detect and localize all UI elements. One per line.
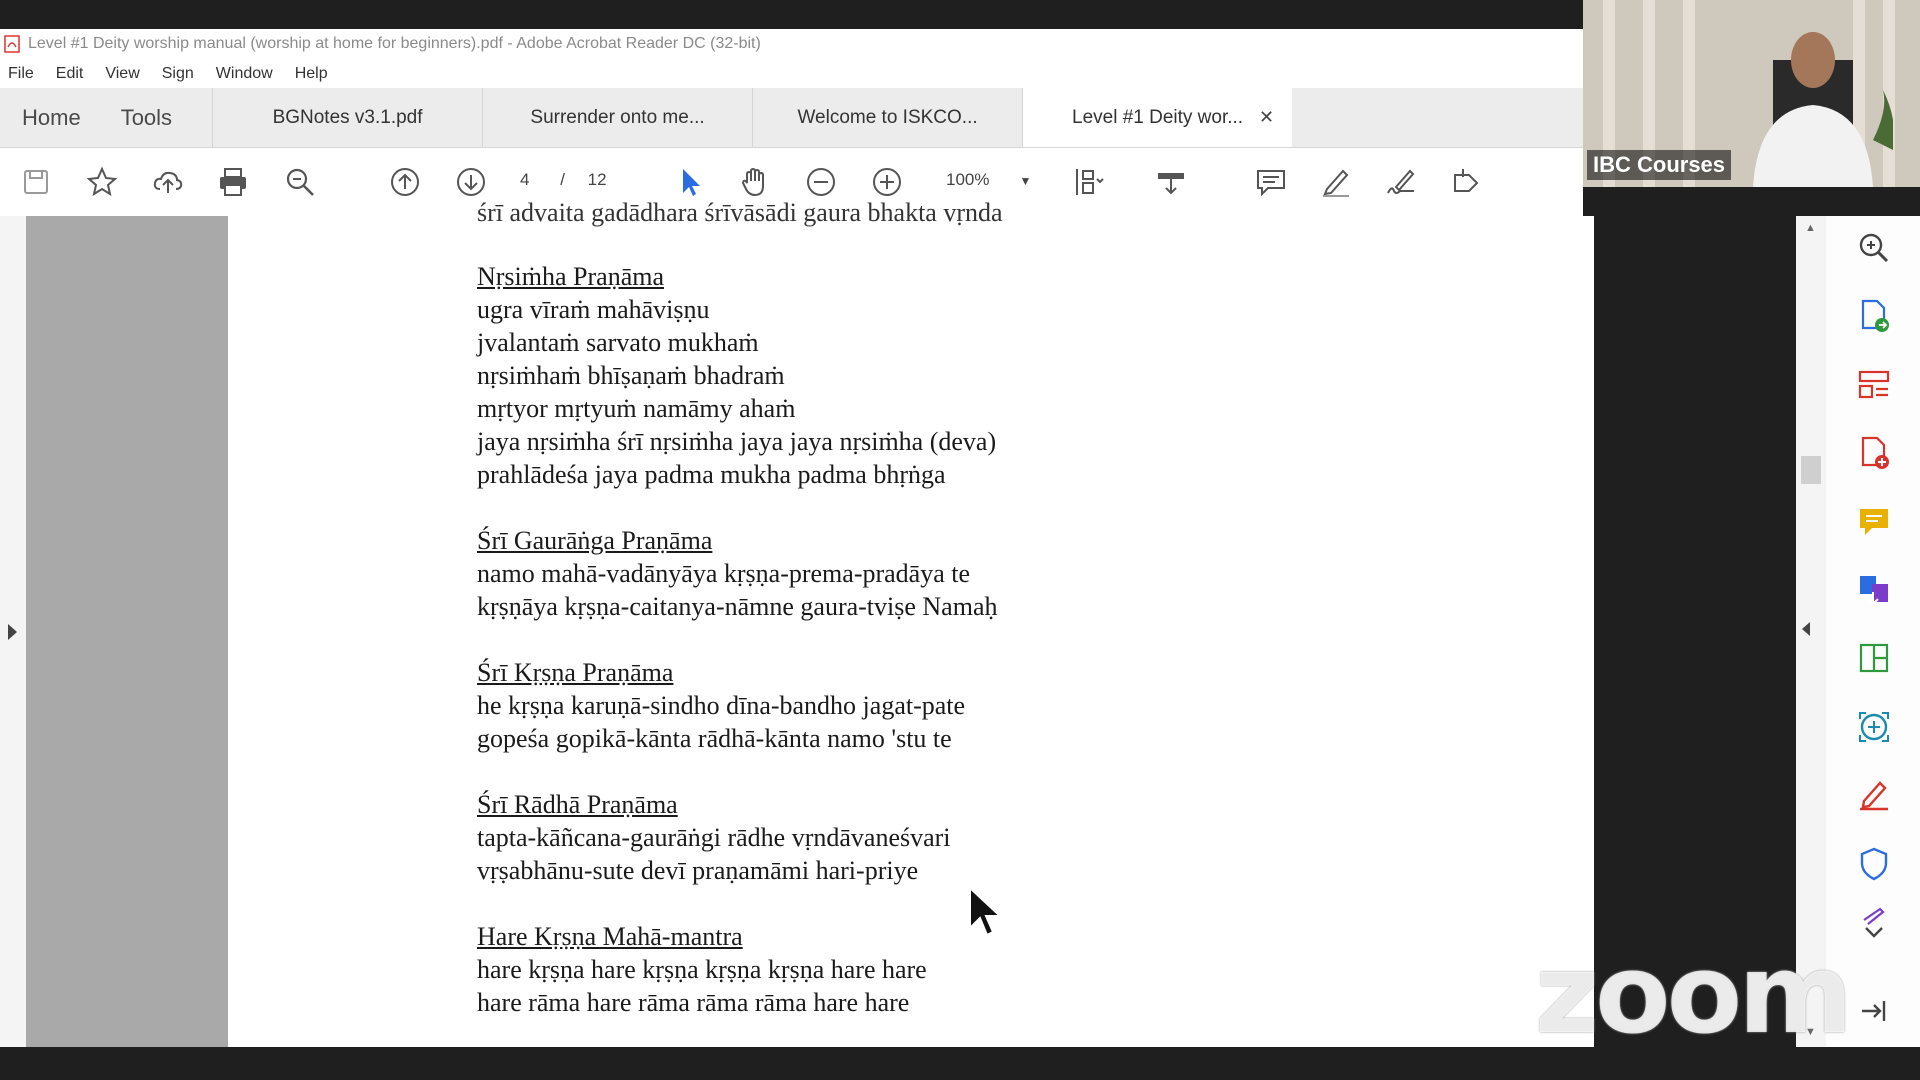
zoom-out-magnifier-icon[interactable] — [282, 164, 318, 200]
section-krsna: Śrī Kṛṣṇa Praṇāma he kṛṣṇa karuṇā-sindho… — [477, 656, 965, 755]
combine-files-icon[interactable] — [1856, 572, 1892, 608]
protect-icon[interactable] — [1856, 846, 1892, 882]
scroll-up-arrow-icon[interactable]: ▲ — [1805, 222, 1816, 234]
tab-row: Home Tools BGNotes v3.1.pdf Surrender on… — [0, 88, 1583, 148]
print-icon[interactable] — [215, 164, 251, 200]
organize-pages-icon[interactable] — [1856, 367, 1892, 403]
fill-sign-icon[interactable] — [1856, 777, 1892, 813]
pdf-page: śrī advaita gadādhara śrīvāsādi gaura bh… — [228, 198, 1594, 1049]
total-pages: 12 — [587, 170, 607, 189]
doc-tab-bgnotes[interactable]: BGNotes v3.1.pdf — [212, 88, 482, 147]
doc-tab-level1[interactable]: Level #1 Deity wor... ✕ — [1022, 88, 1293, 147]
page-down-icon[interactable] — [453, 164, 489, 200]
page-up-icon[interactable] — [387, 164, 423, 200]
export-pdf-icon[interactable] — [1856, 298, 1892, 334]
section-heading: Śrī Kṛṣṇa Praṇāma — [477, 658, 674, 687]
bottom-frame-bar — [0, 1047, 1920, 1080]
title-bar: Level #1 Deity worship manual (worship a… — [0, 29, 1583, 59]
section-mahamantra: Hare Kṛṣṇa Mahā-mantra hare kṛṣṇa hare k… — [477, 920, 927, 1019]
current-page-field[interactable]: 4 — [520, 170, 529, 189]
zoom-in-icon[interactable] — [869, 164, 905, 200]
window-title: Level #1 Deity worship manual (worship a… — [28, 35, 761, 52]
tab-tools[interactable]: Tools — [99, 88, 212, 147]
doc-tab-label: Level #1 Deity wor... — [1072, 106, 1244, 128]
sign-icon[interactable] — [1383, 164, 1419, 200]
menu-help[interactable]: Help — [295, 65, 328, 83]
menu-bar: File Edit View Sign Window Help — [0, 59, 1583, 88]
menu-file[interactable]: File — [8, 65, 34, 83]
doc-tab-label: Welcome to ISKCO... — [797, 106, 978, 128]
text-line: gopeśa gopikā-kānta rādhā-kānta namo 'st… — [477, 724, 952, 753]
collapse-panel-icon[interactable] — [1856, 993, 1892, 1029]
expand-right-panel-icon[interactable] — [1802, 622, 1810, 636]
zoom-dropdown-icon[interactable]: ▼ — [1019, 174, 1031, 188]
cut-off-line: śrī advaita gadādhara śrīvāsādi gaura bh… — [477, 198, 1003, 227]
comment-icon[interactable] — [1253, 164, 1289, 200]
text-line: ugra vīraṁ mahāviṣṇu — [477, 295, 710, 324]
select-cursor-icon[interactable] — [672, 164, 708, 200]
page-indicator[interactable]: 4 / 12 — [520, 170, 607, 190]
highlight-pen-icon[interactable] — [1318, 164, 1354, 200]
tab-home[interactable]: Home — [0, 88, 99, 147]
section-nrsimha: Nṛsiṁha Praṇāma ugra vīraṁ mahāviṣṇu jva… — [477, 260, 996, 491]
text-line: vṛṣabhānu-sute devī praṇamāmi hari-priye — [477, 856, 919, 885]
zoom-out-icon[interactable] — [803, 164, 839, 200]
doc-tab-welcome[interactable]: Welcome to ISKCO... — [752, 88, 1022, 147]
share-icon[interactable] — [1448, 164, 1484, 200]
zoom-value: 100% — [946, 170, 990, 189]
hand-tool-icon[interactable] — [737, 164, 773, 200]
section-heading: Śrī Rādhā Praṇāma — [477, 790, 678, 819]
bookmark-star-icon[interactable] — [84, 164, 120, 200]
participant-video-tile: IBC Courses — [1583, 0, 1920, 187]
section-radha: Śrī Rādhā Praṇāma tapta-kāñcana-gaurāṅgi… — [477, 788, 951, 887]
page-separator: / — [560, 170, 565, 189]
text-line: nṛsiṁhaṁ bhīṣaṇaṁ bhadraṁ — [477, 361, 785, 390]
doc-tab-label: BGNotes v3.1.pdf — [272, 106, 423, 128]
more-tools-chevron-icon[interactable] — [1856, 906, 1892, 942]
zoom-watermark-logo: zoom — [1535, 930, 1853, 1058]
create-pdf-icon[interactable] — [1856, 435, 1892, 471]
save-icon[interactable] — [18, 164, 54, 200]
text-line: namo mahā-vadānyāya kṛṣṇa-prema-pradāya … — [477, 559, 971, 588]
section-heading: Hare Kṛṣṇa Mahā-mantra — [477, 922, 743, 951]
zoom-level[interactable]: 100% ▼ — [946, 170, 1031, 190]
close-tab-icon[interactable]: ✕ — [1259, 107, 1274, 128]
doc-tab-surrender[interactable]: Surrender onto me... — [482, 88, 752, 147]
text-line: prahlādeśa jaya padma mukha padma bhṛṅga — [477, 460, 946, 489]
text-line: tapta-kāñcana-gaurāṅgi rādhe vṛndāvaneśv… — [477, 823, 951, 852]
section-heading: Śrī Gaurāṅga Praṇāma — [477, 526, 713, 555]
right-tools-panel — [1826, 216, 1920, 1049]
mouse-pointer-icon — [968, 885, 1004, 943]
expand-left-panel-icon[interactable] — [8, 624, 17, 640]
participant-label: IBC Courses — [1587, 150, 1732, 180]
doc-tab-label: Surrender onto me... — [530, 106, 705, 128]
menu-sign[interactable]: Sign — [162, 65, 194, 83]
scrollbar-thumb[interactable] — [1801, 456, 1821, 484]
text-line: hare kṛṣṇa hare kṛṣṇa kṛṣṇa kṛṣṇa hare h… — [477, 955, 927, 984]
text-line: hare rāma hare rāma rāma rāma hare hare — [477, 988, 910, 1017]
fit-page-icon[interactable] — [1070, 164, 1106, 200]
search-zoom-icon[interactable] — [1856, 230, 1892, 266]
menu-edit[interactable]: Edit — [56, 65, 84, 83]
text-line: jaya nṛsiṁha śrī nṛsiṁha jaya jaya nṛsiṁ… — [477, 427, 997, 456]
section-heading: Nṛsiṁha Praṇāma — [477, 262, 665, 291]
document-viewport: śrī advaita gadādhara śrīvāsādi gaura bh… — [0, 198, 1920, 1049]
section-gauranga: Śrī Gaurāṅga Praṇāma namo mahā-vadānyāya… — [477, 524, 997, 623]
comment-tool-icon[interactable] — [1856, 504, 1892, 540]
text-line: jvalantaṁ sarvato mukhaṁ — [477, 328, 759, 357]
edit-pdf-icon[interactable] — [1856, 640, 1892, 676]
scroll-mode-icon[interactable] — [1153, 164, 1189, 200]
pdf-file-icon — [4, 35, 20, 53]
text-line: kṛṣṇāya kṛṣṇa-caitanya-nāmne gaura-tviṣe… — [477, 592, 998, 621]
text-line: he kṛṣṇa karuṇā-sindho dīna-bandho jagat… — [477, 691, 966, 720]
menu-window[interactable]: Window — [216, 65, 273, 83]
menu-view[interactable]: View — [105, 65, 139, 83]
upload-cloud-icon[interactable] — [150, 164, 186, 200]
participant-avatar — [1753, 32, 1893, 187]
vertical-scrollbar[interactable]: ▲ ▼ — [1796, 216, 1826, 1049]
left-panel-rail — [0, 216, 26, 1049]
scan-ocr-icon[interactable] — [1856, 709, 1892, 745]
text-line: mṛtyor mṛtyuṁ namāmy ahaṁ — [477, 394, 796, 423]
